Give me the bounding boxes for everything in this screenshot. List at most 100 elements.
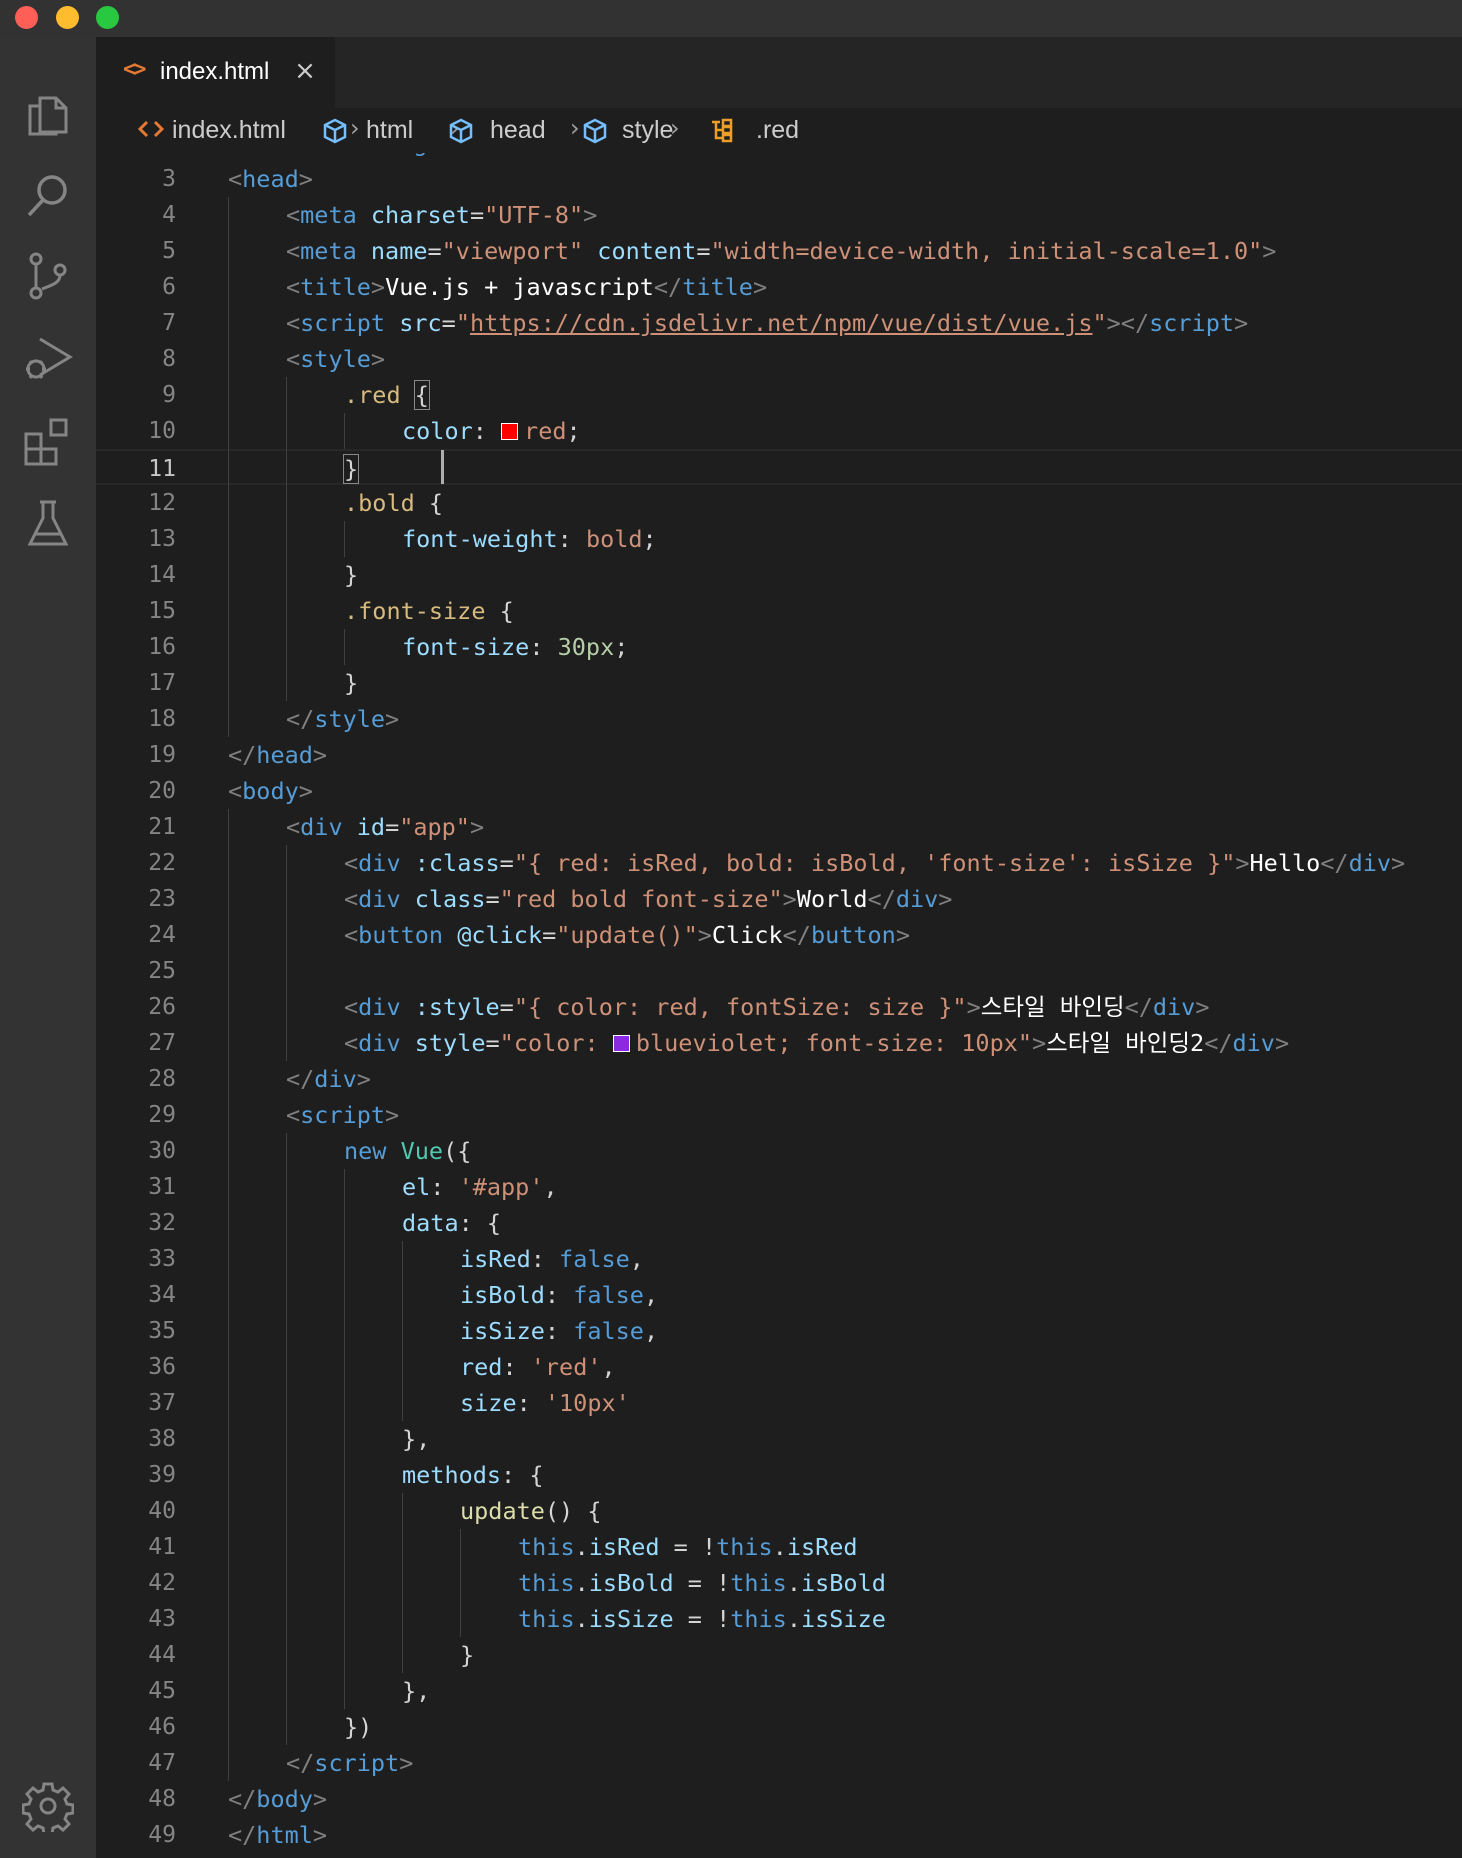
code-line[interactable]: 6 <title>Vue.js + javascript</title> [96, 269, 1462, 305]
code-line[interactable]: 5 <meta name="viewport" content="width=de… [96, 233, 1462, 269]
zoom-window-button[interactable] [96, 6, 119, 29]
search-icon[interactable] [20, 168, 76, 224]
code-line[interactable]: 14} [96, 557, 1462, 593]
code-line[interactable]: 46}) [96, 1709, 1462, 1745]
code-line[interactable]: 33 isRed: false, [96, 1241, 1462, 1277]
color-swatch[interactable] [501, 423, 519, 440]
code-line[interactable]: 23 <div class="red bold font-size">World<… [96, 881, 1462, 917]
code-line[interactable]: 24 <button @click="update()">Click</butto… [96, 917, 1462, 953]
code-line[interactable]: 17} [96, 665, 1462, 701]
code-line[interactable]: 32 data: { [96, 1205, 1462, 1241]
color-swatch[interactable] [612, 1035, 630, 1052]
code-line[interactable]: 48 </body> [96, 1781, 1462, 1817]
code-line[interactable]: 15 .font-size { [96, 593, 1462, 629]
breadcrumb-item[interactable]: .red [756, 116, 799, 145]
code-line[interactable]: 37 size: '10px' [96, 1385, 1462, 1421]
minimize-window-button[interactable] [56, 6, 79, 29]
line-number: 5 [162, 238, 176, 264]
close-icon[interactable]: × [290, 53, 320, 89]
code-line[interactable]: 26 <div :style="{ color: red, fontSize: s… [96, 989, 1462, 1025]
code-token: = ! [659, 1533, 717, 1561]
line-number: 9 [162, 382, 176, 408]
chevron-right-icon: › [350, 114, 360, 142]
line-number: 44 [148, 1642, 176, 1668]
breadcrumb-item[interactable]: head [490, 116, 546, 145]
source-control-icon[interactable] [20, 248, 76, 304]
extensions-icon[interactable] [20, 414, 76, 470]
code-token: > [356, 1065, 371, 1093]
element-icon [582, 118, 608, 151]
code-text: this.isBold = !this.isBold [518, 1565, 886, 1601]
line-number: 23 [148, 886, 176, 912]
code-line[interactable]: 45}, [96, 1673, 1462, 1709]
code-line[interactable]: 28 </div> [96, 1061, 1462, 1097]
code-line[interactable]: 22 <div :class="{ red: isRed, bold: isBol… [96, 845, 1462, 881]
line-number: 37 [148, 1390, 176, 1416]
code-line[interactable]: 21 <div id="app"> [96, 809, 1462, 845]
code-token: World [796, 885, 868, 913]
code-token: }) [344, 1713, 373, 1741]
code-line[interactable]: 12 .bold { [96, 485, 1462, 521]
code-line[interactable]: 43 this.isSize = !this.isSize [96, 1601, 1462, 1637]
code-line[interactable]: 8 <style> [96, 341, 1462, 377]
code-line[interactable]: 47 </script> [96, 1745, 1462, 1781]
code-token: isRed [786, 1533, 858, 1561]
code-token: ({ [443, 1137, 472, 1165]
settings-gear-icon[interactable] [20, 1778, 76, 1834]
code-line[interactable]: 31 el: '#app', [96, 1169, 1462, 1205]
code-line[interactable]: 29 <script> [96, 1097, 1462, 1133]
code-line[interactable]: 9 .red { [96, 377, 1462, 413]
code-token: '10px' [544, 1389, 630, 1417]
code-token: > [583, 201, 598, 229]
code-editor[interactable]: <html lang="en">3<head>4<meta charset="U… [96, 153, 1462, 1858]
explorer-icon[interactable] [20, 88, 76, 144]
code-line[interactable]: 10 color: red; [96, 413, 1462, 449]
code-line[interactable]: 36 red: 'red', [96, 1349, 1462, 1385]
code-text: <div :class="{ red: isRed, bold: isBold,… [344, 845, 1405, 881]
run-debug-icon[interactable] [20, 331, 76, 387]
code-line[interactable]: 38}, [96, 1421, 1462, 1457]
breadcrumb-item[interactable]: index.html [172, 116, 286, 145]
code-line[interactable]: 40 update() { [96, 1493, 1462, 1529]
tab-index-html[interactable]: <> index.html × [96, 37, 335, 108]
line-number: 31 [148, 1174, 176, 1200]
code-line[interactable]: 30 new Vue({ [96, 1133, 1462, 1169]
close-window-button[interactable] [15, 6, 38, 29]
breadcrumb-item[interactable]: html [366, 116, 413, 145]
code-line[interactable]: 42 this.isBold = !this.isBold [96, 1565, 1462, 1601]
code-line[interactable]: 41 this.isRed = !this.isRed [96, 1529, 1462, 1565]
code-token: </ [228, 1821, 257, 1849]
code-line[interactable]: 20 <body> [96, 773, 1462, 809]
code-line[interactable]: 4 <meta charset="UTF-8"> [96, 197, 1462, 233]
code-token: content [597, 237, 697, 265]
code-line[interactable]: 35 isSize: false, [96, 1313, 1462, 1349]
code-token: < [344, 921, 359, 949]
code-line[interactable]: 18 </style> [96, 701, 1462, 737]
code-token: : { [458, 1209, 502, 1237]
line-number: 16 [148, 634, 176, 660]
code-line[interactable]: 16 font-size: 30px; [96, 629, 1462, 665]
code-token: </ [653, 273, 683, 301]
code-line[interactable]: 39 methods: { [96, 1457, 1462, 1493]
line-number: 27 [148, 1030, 176, 1056]
code-line[interactable]: 3 <head> [96, 161, 1462, 197]
code-token: = [469, 201, 485, 229]
code-line[interactable]: 7 <script src="https://cdn.jsdelivr.net/n… [96, 305, 1462, 341]
code-text: <head> [228, 161, 313, 197]
code-token: class [414, 885, 486, 913]
line-number: 39 [148, 1462, 176, 1488]
breadcrumb: index.html › html › head › style › .red [96, 108, 1462, 153]
code-line[interactable]: 13 font-weight: bold; [96, 521, 1462, 557]
code-text: } [342, 451, 360, 487]
breadcrumb-item[interactable]: style [622, 116, 673, 145]
code-token: }, [402, 1677, 431, 1705]
code-line[interactable]: 34 isBold: false, [96, 1277, 1462, 1313]
code-line[interactable]: 19 </head> [96, 737, 1462, 773]
code-line[interactable]: 49 </html> [96, 1817, 1462, 1853]
code-line[interactable]: 27 <div style="color: blueviolet; font-si… [96, 1025, 1462, 1061]
code-line[interactable]: 25 [96, 953, 1462, 989]
code-text: <button @click="update()">Click</button> [344, 917, 910, 953]
testing-icon[interactable] [20, 496, 76, 552]
code-line[interactable]: 11} [96, 449, 1462, 485]
code-line[interactable]: 44} [96, 1637, 1462, 1673]
